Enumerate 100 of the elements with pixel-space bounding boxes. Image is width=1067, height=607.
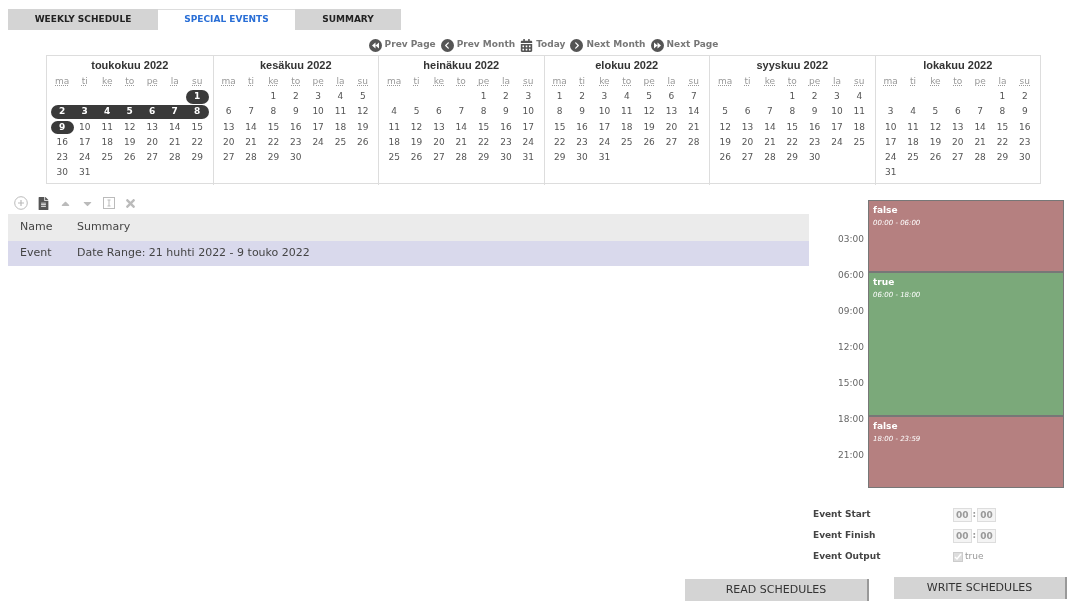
calendar-day[interactable]: 13 <box>736 119 759 135</box>
calendar-day[interactable]: 8 <box>991 104 1014 120</box>
calendar-day[interactable]: 13 <box>217 119 240 135</box>
calendar-day[interactable]: 17 <box>593 119 616 135</box>
calendar-day[interactable]: 15 <box>472 119 495 135</box>
calendar-day[interactable]: 25 <box>383 150 406 166</box>
calendar-day[interactable]: 29 <box>186 150 209 166</box>
calendar-day[interactable]: 26 <box>637 134 661 151</box>
selected-day[interactable]: 6 <box>141 105 164 119</box>
calendar-day[interactable]: 11 <box>329 104 352 120</box>
calendar-day[interactable]: 28 <box>968 150 992 166</box>
selected-day[interactable]: 1 <box>186 90 209 104</box>
calendar-day[interactable]: 14 <box>239 119 263 135</box>
selected-day[interactable]: 8 <box>186 105 209 119</box>
calendar-day[interactable]: 21 <box>163 134 186 151</box>
calendar-day[interactable]: 2 <box>494 89 518 105</box>
calendar-day[interactable]: 12 <box>118 119 141 136</box>
calendar-day[interactable]: 3 <box>517 89 540 105</box>
calendar-day[interactable]: 27 <box>427 150 451 166</box>
nav-link[interactable]: Today <box>520 38 566 52</box>
calendar-day[interactable]: 25 <box>901 150 925 166</box>
calendar-day[interactable]: 29 <box>472 150 495 166</box>
calendar-day[interactable]: 23 <box>284 134 307 151</box>
calendar-day[interactable]: 14 <box>163 119 186 136</box>
calendar-day[interactable]: 1 <box>781 89 804 105</box>
calendar-day[interactable]: 14 <box>758 119 782 135</box>
calendar-day[interactable]: 30 <box>803 150 826 166</box>
calendar-day[interactable]: 13 <box>141 119 164 136</box>
calendar-day[interactable]: 27 <box>660 134 683 151</box>
calendar-day[interactable]: 4 <box>848 89 871 105</box>
calendar-day[interactable]: 27 <box>217 150 240 166</box>
calendar-day[interactable]: 25 <box>615 134 638 151</box>
calendar-day[interactable]: 30 <box>284 150 307 166</box>
calendar-day[interactable]: 26 <box>351 134 374 151</box>
selected-day[interactable]: 2 <box>51 105 74 119</box>
document-icon[interactable] <box>37 196 50 210</box>
calendar-day[interactable]: 23 <box>51 150 74 166</box>
calendar-day[interactable]: 23 <box>494 134 518 151</box>
calendar-day[interactable]: 17 <box>517 119 540 135</box>
calendar-day[interactable]: 15 <box>781 119 804 135</box>
calendar-day[interactable]: 24 <box>306 134 330 151</box>
calendar-day[interactable]: 29 <box>781 150 804 166</box>
calendar-day[interactable]: 3 <box>825 89 849 105</box>
calendar-day[interactable]: 19 <box>351 119 374 135</box>
calendar-day[interactable]: 22 <box>548 134 571 151</box>
calendar-day[interactable]: 30 <box>1013 150 1036 166</box>
calendar-day[interactable]: 15 <box>991 119 1014 135</box>
calendar-day[interactable]: 17 <box>825 119 849 135</box>
calendar-day[interactable]: 5 <box>637 89 661 105</box>
calendar-day[interactable]: 24 <box>517 134 540 151</box>
calendar-day[interactable]: 21 <box>682 119 705 135</box>
calendar-day[interactable]: 24 <box>593 134 616 151</box>
calendar-day[interactable]: 17 <box>306 119 330 135</box>
calendar-day[interactable]: 11 <box>901 119 925 135</box>
calendar-day[interactable]: 3 <box>306 89 330 105</box>
output-checkbox[interactable] <box>953 551 963 562</box>
calendar-day[interactable]: 24 <box>73 150 96 166</box>
calendar-day[interactable]: 30 <box>51 165 74 181</box>
calendar-day[interactable]: 22 <box>472 134 495 151</box>
selected-day[interactable]: 4 <box>96 105 119 119</box>
calendar-day[interactable]: 21 <box>758 134 782 151</box>
calendar-day[interactable]: 1 <box>472 89 495 105</box>
calendar-day[interactable]: 9 <box>494 104 518 120</box>
calendar-day[interactable]: 7 <box>968 104 992 120</box>
calendar-day[interactable]: 7 <box>450 104 473 120</box>
calendar-day[interactable]: 30 <box>570 150 594 166</box>
calendar-day[interactable]: 8 <box>781 104 804 120</box>
calendar-day[interactable]: 27 <box>946 150 969 166</box>
calendar-day[interactable]: 2 <box>803 89 826 105</box>
calendar-day[interactable]: 18 <box>383 134 406 151</box>
calendar-day[interactable]: 1 <box>548 89 571 105</box>
calendar-day[interactable]: 18 <box>329 119 352 135</box>
tab[interactable]: SUMMARY <box>295 9 401 30</box>
calendar-day[interactable]: 6 <box>736 104 759 120</box>
calendar-day[interactable]: 2 <box>570 89 594 105</box>
calendar-day[interactable]: 23 <box>803 134 826 151</box>
calendar-day[interactable]: 8 <box>472 104 495 120</box>
calendar-day[interactable]: 5 <box>714 104 737 120</box>
calendar-day[interactable]: 10 <box>825 104 849 120</box>
calendar-day[interactable]: 2 <box>284 89 307 105</box>
calendar-day[interactable]: 23 <box>570 134 594 151</box>
calendar-day[interactable]: 23 <box>1013 134 1036 151</box>
calendar-day[interactable]: 18 <box>848 119 871 135</box>
calendar-day[interactable]: 28 <box>758 150 782 166</box>
calendar-day[interactable]: 9 <box>284 104 307 120</box>
schedule-button[interactable]: WRITE SCHEDULES <box>894 577 1067 599</box>
calendar-day[interactable]: 10 <box>593 104 616 120</box>
calendar-day[interactable]: 12 <box>714 119 737 135</box>
calendar-day[interactable]: 7 <box>239 104 263 120</box>
calendar-day[interactable]: 10 <box>879 119 902 135</box>
calendar-day[interactable]: 25 <box>329 134 352 151</box>
selected-day[interactable]: 7 <box>163 105 186 119</box>
calendar-day[interactable]: 15 <box>186 119 209 136</box>
calendar-day[interactable]: 10 <box>73 119 96 136</box>
calendar-day[interactable]: 22 <box>186 134 209 151</box>
calendar-day[interactable]: 22 <box>781 134 804 151</box>
calendar-day[interactable]: 21 <box>239 134 263 151</box>
calendar-day[interactable]: 10 <box>306 104 330 120</box>
calendar-day[interactable]: 11 <box>615 104 638 120</box>
nav-link[interactable]: Next Page <box>650 38 719 52</box>
